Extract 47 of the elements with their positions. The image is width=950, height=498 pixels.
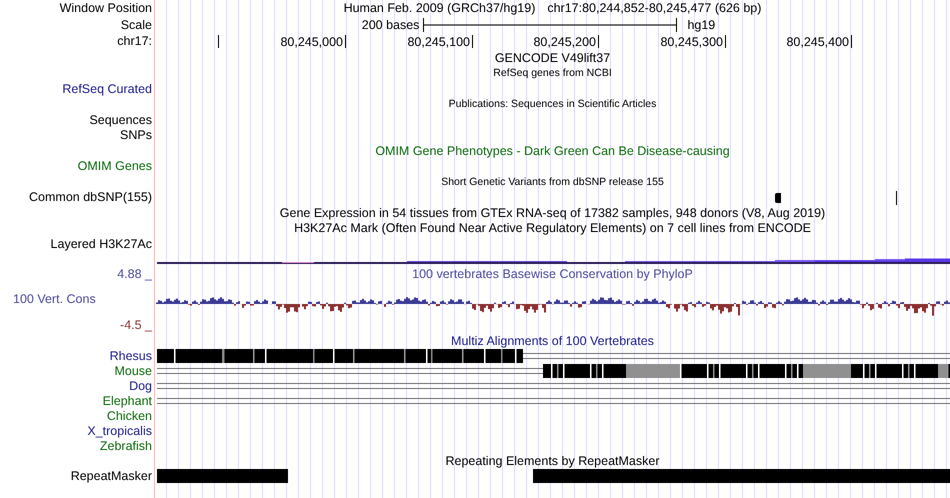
assembly-name: Human Feb. 2009 (GRCh37/hg19): [344, 2, 536, 15]
track-label: Mouse: [114, 364, 152, 378]
track-label: SNPs: [120, 129, 152, 142]
track-title: H3K27Ac Mark (Often Found Near Active Regulatory Elements) on 7 cell lines from ENCODE: [294, 222, 811, 234]
scale-length: 200 bases: [362, 18, 420, 32]
track-label: Rhesus: [110, 350, 152, 362]
track-label: Dog: [129, 380, 152, 392]
track-label: 100 Vert. Cons: [12, 292, 97, 306]
snp-mark: [896, 190, 897, 204]
position-text: chr17:80,244,852-80,245,477 (626 bp): [547, 2, 762, 15]
track-label: Window Position: [60, 2, 152, 15]
tick-label: 80,245,000: [280, 36, 343, 48]
track-label: RepeatMasker: [70, 470, 152, 483]
track-label: RefSeq Curated: [62, 82, 152, 95]
track-title: Gene Expression in 54 tissues from GTEx RNA-seq of 17382 samples, 948 donors (V8, Aug 2019): [280, 206, 826, 219]
track-title: RefSeq genes from NCBI: [493, 68, 612, 78]
tick-mark: [851, 35, 852, 48]
track-label: chr17:: [117, 35, 152, 48]
axis-min: -4.5 _: [120, 318, 154, 333]
tick-label: 80,245,300: [660, 36, 723, 48]
track-label: Common dbSNP(155): [29, 191, 152, 204]
tick-mark: [345, 35, 346, 48]
track-title: 100 vertebrates Basewise Conservation by PhyloP: [412, 268, 693, 281]
track-label: X_tropicalis: [87, 424, 152, 438]
track-title: Repeating Elements by RepeatMasker: [445, 455, 660, 468]
tick-label: 80,245,100: [407, 36, 470, 48]
tick-mark: [598, 35, 599, 48]
track-title: Multiz Alignments of 100 Vertebrates: [451, 334, 654, 347]
track-label: OMIM Genes: [78, 160, 152, 172]
assembly-label: hg19: [687, 18, 716, 32]
tick-mark: [218, 35, 219, 48]
track-label: Chicken: [106, 410, 152, 422]
snp-mark: [775, 192, 781, 202]
track-label: Scale: [120, 18, 152, 32]
tick-label: 80,245,400: [786, 36, 849, 48]
track-label: Zebrafish: [100, 440, 152, 452]
track-title: Publications: Sequences in Scientific Articles: [448, 99, 656, 110]
track-title: Short Genetic Variants from dbSNP release 155: [441, 176, 664, 187]
track-title: OMIM Gene Phenotypes - Dark Green Can Be Disease-causing: [375, 144, 730, 157]
track-label: Layered H3K27Ac: [50, 238, 152, 250]
track-label: Sequences: [89, 114, 152, 126]
track-title: GENCODE V49lift37: [494, 52, 610, 64]
track-label: Elephant: [102, 394, 152, 408]
tick-label: 80,245,200: [533, 36, 596, 48]
tick-mark: [472, 35, 473, 48]
tick-mark: [725, 35, 726, 48]
axis-max: 4.88 _: [117, 267, 154, 282]
